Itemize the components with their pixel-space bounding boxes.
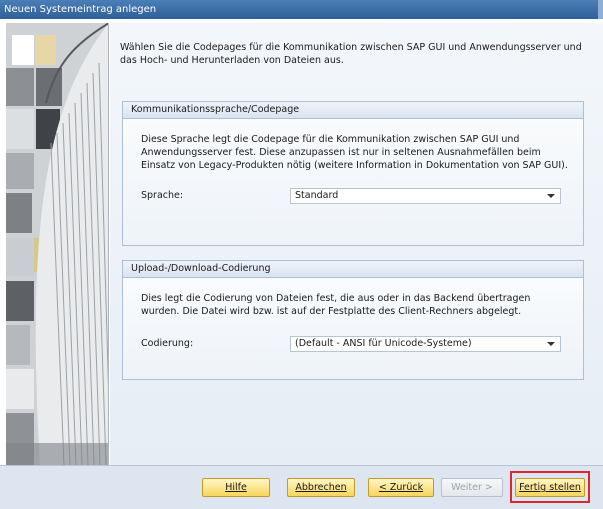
window-title: Neuen Systemeintrag anlegen: [4, 4, 157, 15]
group-header-upload: Upload-/Download-Codierung: [123, 261, 583, 278]
intro-text: Wählen Sie die Codepages für die Kommuni…: [120, 42, 582, 66]
encoding-select-value: (Default - ANSI für Unicode-Systeme): [295, 338, 472, 349]
next-button[interactable]: Weiter >: [441, 478, 503, 497]
group-header-communication: Kommunikationssprache/Codepage: [123, 102, 583, 119]
group-body-upload: Dies legt die Codierung von Dateien fest…: [123, 278, 583, 379]
wizard-content: Wählen Sie die Codepages für die Kommuni…: [110, 23, 603, 465]
encoding-select[interactable]: (Default - ANSI für Unicode-Systeme): [290, 336, 561, 352]
communication-codepage-group: Kommunikationssprache/Codepage Diese Spr…: [122, 101, 584, 246]
upload-description: Dies legt die Codierung von Dateien fest…: [141, 293, 531, 317]
language-label: Sprache:: [141, 190, 184, 201]
language-select-value: Standard: [295, 190, 339, 201]
cancel-button[interactable]: Abbrechen: [287, 478, 355, 497]
wizard-footer: Hilfe Abbrechen < Zurück Weiter > Fertig…: [0, 465, 603, 509]
language-select[interactable]: Standard: [290, 188, 561, 204]
finish-button[interactable]: Fertig stellen: [515, 478, 585, 497]
close-icon[interactable]: [598, 0, 603, 19]
back-button[interactable]: < Zurück: [368, 478, 434, 497]
group-body-communication: Diese Sprache legt die Codepage für die …: [123, 119, 583, 245]
help-button[interactable]: Hilfe: [202, 478, 270, 497]
communication-description: Diese Sprache legt die Codepage für die …: [141, 134, 568, 171]
chevron-down-icon[interactable]: [547, 194, 555, 198]
chevron-down-icon[interactable]: [547, 342, 555, 346]
wizard-dialog: Wählen Sie die Codepages für die Kommuni…: [0, 19, 603, 509]
window-titlebar: Neuen Systemeintrag anlegen: [0, 0, 603, 19]
upload-download-encoding-group: Upload-/Download-Codierung Dies legt die…: [122, 260, 584, 380]
encoding-label: Codierung:: [141, 338, 194, 349]
decorative-side-image: [6, 23, 109, 465]
building-graphic-icon: [6, 23, 108, 465]
